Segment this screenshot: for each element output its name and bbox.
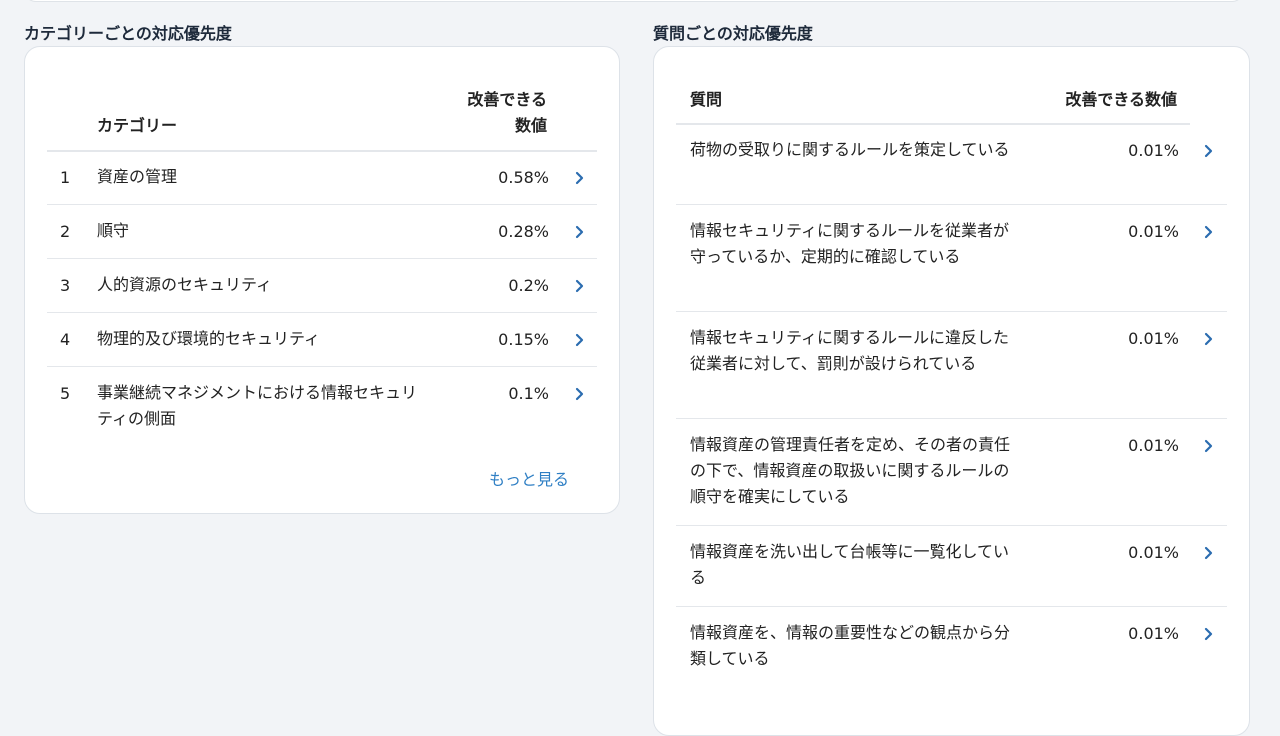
row-value: 0.01%: [1128, 624, 1179, 643]
row-rank: 4: [60, 330, 71, 349]
chevron-right-icon[interactable]: [1202, 331, 1216, 347]
chevron-right-icon[interactable]: [573, 278, 587, 294]
chevron-right-icon[interactable]: [573, 332, 587, 348]
column-header-category: カテゴリー: [97, 116, 178, 135]
row-label: 情報資産を洗い出して台帳等に一覧化している: [690, 542, 1010, 587]
row-label: 荷物の受取りに関するルールを策定している: [690, 140, 1010, 159]
row-label: 資産の管理: [97, 167, 178, 186]
column-header-value: 改善できる数値: [1065, 90, 1177, 109]
category-row[interactable]: 5 事業継続マネジメントにおける情報セキュリティの側面 0.1%: [25, 367, 621, 447]
row-value: 0.15%: [498, 330, 549, 349]
row-value: 0.01%: [1128, 141, 1179, 160]
question-row[interactable]: 情報資産の管理責任者を定め、その者の責任の下で、情報資産の取扱いに関するルールの…: [654, 419, 1251, 526]
top-card-edge: [24, 0, 1244, 2]
chevron-right-icon[interactable]: [1202, 224, 1216, 240]
question-row[interactable]: 情報セキュリティに関するルールに違反した従業者に対して、罰則が設けられている 0…: [654, 312, 1251, 419]
row-label: 情報資産を、情報の重要性などの観点から分類している: [690, 623, 1011, 668]
column-header-question: 質問: [690, 90, 723, 109]
category-row[interactable]: 4 物理的及び環境的セキュリティ 0.15%: [25, 313, 621, 367]
category-row[interactable]: 2 順守 0.28%: [25, 205, 621, 259]
row-label: 情報セキュリティに関するルールを従業者が守っているか、定期的に確認している: [690, 221, 1010, 266]
row-label: 情報資産の管理責任者を定め、その者の責任の下で、情報資産の取扱いに関するルールの…: [690, 435, 1011, 506]
question-row[interactable]: 荷物の受取りに関するルールを策定している 0.01%: [654, 124, 1251, 204]
column-header-value-line1: 改善できる: [467, 90, 547, 109]
chevron-right-icon[interactable]: [573, 224, 587, 240]
question-priority-card: 質問 改善できる数値 荷物の受取りに関するルールを策定している 0.01% 情報…: [653, 46, 1250, 736]
chevron-right-icon[interactable]: [1202, 438, 1216, 454]
row-value: 0.2%: [508, 276, 549, 295]
row-value: 0.58%: [498, 168, 549, 187]
row-rank: 1: [60, 168, 71, 187]
column-header-value-line2: 数値: [514, 116, 547, 135]
row-rank: 3: [60, 276, 71, 295]
chevron-right-icon[interactable]: [1202, 545, 1216, 561]
category-priority-title: カテゴリーごとの対応優先度: [24, 24, 232, 43]
row-label: 人的資源のセキュリティ: [97, 275, 273, 294]
chevron-right-icon[interactable]: [1202, 143, 1216, 159]
question-row[interactable]: 情報セキュリティに関するルールを従業者が守っているか、定期的に確認している 0.…: [654, 205, 1251, 312]
row-value: 0.01%: [1128, 222, 1179, 241]
row-value: 0.01%: [1128, 436, 1179, 455]
row-label: 事業継続マネジメントにおける情報セキュリティの側面: [97, 383, 418, 428]
row-rank: 2: [60, 222, 71, 241]
row-label: 順守: [97, 221, 130, 240]
question-priority-title: 質問ごとの対応優先度: [653, 24, 813, 43]
row-value: 0.01%: [1128, 543, 1179, 562]
row-value: 0.1%: [508, 384, 549, 403]
question-row[interactable]: 情報資産を洗い出して台帳等に一覧化している 0.01%: [654, 526, 1251, 606]
question-row[interactable]: 情報資産を、情報の重要性などの観点から分類している 0.01%: [654, 607, 1251, 687]
row-value: 0.28%: [498, 222, 549, 241]
chevron-right-icon[interactable]: [573, 170, 587, 186]
row-rank: 5: [60, 384, 71, 403]
category-row[interactable]: 1 資産の管理 0.58%: [25, 151, 621, 205]
chevron-right-icon[interactable]: [573, 386, 587, 402]
category-row[interactable]: 3 人的資源のセキュリティ 0.2%: [25, 259, 621, 313]
row-label: 情報セキュリティに関するルールに違反した従業者に対して、罰則が設けられている: [690, 328, 1010, 373]
row-value: 0.01%: [1128, 329, 1179, 348]
show-more-link[interactable]: もっと見る: [489, 466, 569, 490]
chevron-right-icon[interactable]: [1202, 626, 1216, 642]
category-priority-card: カテゴリー 改善できる 数値 1 資産の管理 0.58% 2 順守 0.28% …: [24, 46, 620, 514]
row-label: 物理的及び環境的セキュリティ: [97, 329, 321, 348]
